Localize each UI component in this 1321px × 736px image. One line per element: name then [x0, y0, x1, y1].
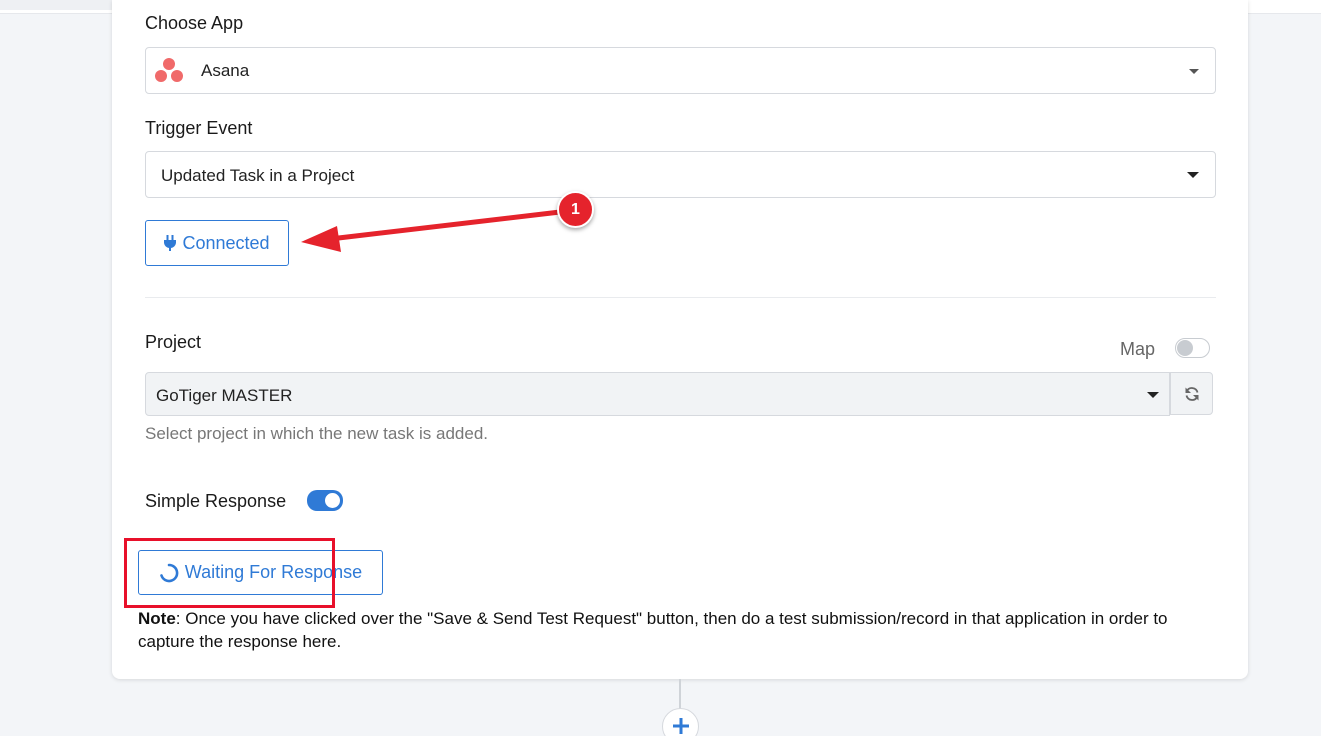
refresh-projects-button[interactable] — [1170, 372, 1213, 415]
choose-app-select[interactable]: Asana — [145, 47, 1216, 94]
flow-connector — [679, 679, 681, 709]
plus-icon — [672, 718, 689, 734]
section-divider — [145, 297, 1216, 298]
trigger-event-label: Trigger Event — [145, 118, 253, 138]
annotation-badge: 1 — [557, 191, 594, 228]
trigger-event-select[interactable]: Updated Task in a Project — [145, 151, 1216, 198]
refresh-icon — [1185, 386, 1198, 401]
connected-button[interactable]: Connected — [145, 220, 289, 266]
choose-app-label: Choose App — [145, 13, 244, 33]
project-value: GoTiger MASTER — [156, 386, 293, 405]
chevron-down-icon — [1147, 392, 1159, 398]
connected-label: Connected — [182, 232, 270, 253]
note-prefix: Note — [138, 609, 176, 628]
add-step-button[interactable] — [662, 708, 699, 736]
project-label: Project — [145, 332, 202, 352]
simple-response-toggle[interactable] — [307, 490, 343, 511]
project-select[interactable]: GoTiger MASTER — [145, 372, 1170, 416]
project-help-text: Select project in which the new task is … — [145, 424, 489, 443]
map-label: Map — [1120, 339, 1156, 359]
plug-icon — [164, 235, 177, 251]
map-toggle[interactable] — [1175, 338, 1210, 358]
chevron-down-icon — [1189, 69, 1199, 74]
trigger-event-value: Updated Task in a Project — [161, 166, 355, 185]
chevron-down-icon — [1187, 172, 1199, 178]
simple-response-label: Simple Response — [145, 491, 287, 511]
asana-logo-icon — [154, 58, 184, 84]
highlight-box — [124, 538, 335, 608]
simple-response-toggle-knob — [325, 493, 340, 508]
map-toggle-knob — [1177, 340, 1193, 356]
annotation-arrow — [301, 209, 563, 252]
note-text: Note: Once you have clicked over the "Sa… — [138, 607, 1228, 653]
choose-app-value: Asana — [201, 61, 250, 80]
note-body: : Once you have clicked over the "Save &… — [138, 609, 1168, 651]
